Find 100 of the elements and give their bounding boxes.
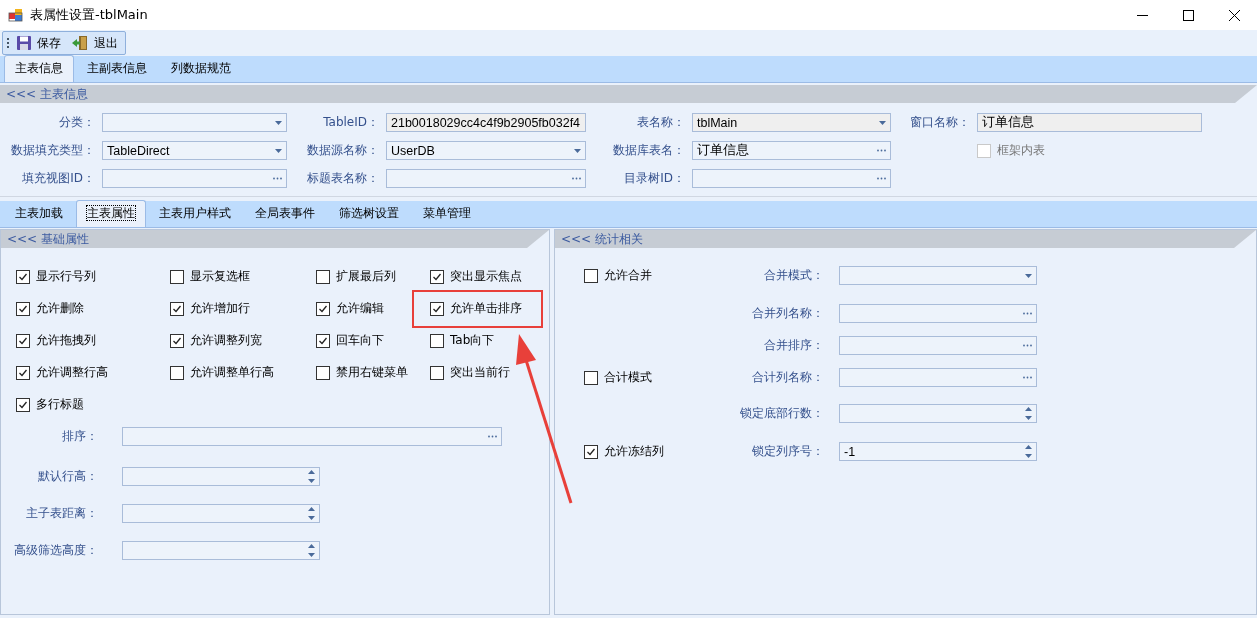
ellipsis-icon	[273, 177, 282, 180]
tab[interactable]: 主表加载	[4, 200, 74, 227]
checkbox-label: Tab向下	[450, 332, 495, 349]
checkbox-label: 允许冻结列	[604, 443, 664, 460]
check-icon	[18, 271, 28, 282]
text-field[interactable]	[386, 169, 586, 188]
tab[interactable]: 主表属性	[76, 200, 146, 227]
spin-field[interactable]: -1	[839, 442, 1037, 461]
checkbox[interactable]	[16, 269, 30, 284]
door-exit-icon	[71, 35, 89, 51]
text-field[interactable]: 订单信息	[692, 141, 891, 160]
dropdown-field[interactable]: TableDirect	[102, 141, 287, 160]
dropdown-field[interactable]: UserDB	[386, 141, 586, 160]
tab[interactable]: 列数据规范	[160, 55, 242, 82]
checkbox-label: 显示复选框	[190, 268, 250, 285]
ellipsis-icon	[488, 435, 497, 438]
text-field[interactable]: 21b0018029cc4c4f9b2905fb032f4	[386, 113, 586, 132]
field-label: 标题表名称：	[306, 170, 379, 187]
spinner-arrows-icon	[308, 470, 315, 483]
close-icon	[1228, 9, 1240, 21]
checkbox[interactable]	[170, 301, 184, 316]
field-label: 数据库表名：	[612, 142, 685, 159]
checkbox-label: 多行标题	[36, 396, 84, 413]
field-label: 合并排序：	[763, 337, 824, 354]
tab[interactable]: 主副表信息	[76, 55, 158, 82]
spin-field[interactable]	[122, 504, 320, 523]
maximize-icon	[1182, 9, 1194, 21]
field-label: 默认行高：	[37, 468, 98, 485]
spin-field[interactable]	[839, 404, 1037, 423]
checkbox[interactable]	[16, 301, 30, 316]
dropdown-arrow-icon	[1025, 273, 1032, 278]
text-field[interactable]	[839, 304, 1037, 323]
checkbox[interactable]	[430, 301, 444, 316]
spinner-arrows-icon	[308, 507, 315, 520]
checkbox-label: 允许单击排序	[450, 300, 522, 317]
checkbox-label: 框架内表	[997, 142, 1045, 159]
check-icon	[586, 446, 596, 457]
ellipsis-icon	[572, 177, 581, 180]
checkbox[interactable]	[170, 269, 184, 284]
checkbox-label: 合计模式	[604, 369, 652, 386]
tab[interactable]: 主表信息	[4, 55, 74, 82]
field-label: 目录树ID：	[623, 170, 685, 187]
checkbox-label: 允许合并	[604, 267, 652, 284]
tab[interactable]: 全局表事件	[244, 200, 326, 227]
checkbox[interactable]	[584, 370, 598, 385]
spin-field[interactable]	[122, 467, 320, 486]
section-header: <<< 统计相关	[555, 230, 1256, 248]
section-header: <<< 基础属性	[1, 230, 549, 248]
check-icon	[318, 335, 328, 346]
tab[interactable]: 主表用户样式	[148, 200, 242, 227]
ellipsis-icon	[877, 149, 886, 152]
dropdown-field[interactable]	[839, 266, 1037, 285]
ellipsis-icon	[1023, 376, 1032, 379]
field-label: 锁定底部行数：	[739, 405, 824, 422]
checkbox[interactable]	[316, 365, 330, 380]
text-field[interactable]	[839, 368, 1037, 387]
tab[interactable]: 菜单管理	[412, 200, 482, 227]
field-label: 高级筛选高度：	[13, 542, 98, 559]
section-header: <<< 主表信息	[0, 85, 1257, 103]
tab[interactable]: 筛选树设置	[328, 200, 410, 227]
field-label: TableID：	[322, 114, 379, 131]
spinner-arrows-icon	[1025, 445, 1032, 458]
checkbox[interactable]	[430, 365, 444, 380]
checkbox[interactable]	[584, 444, 598, 459]
checkbox[interactable]	[430, 333, 444, 348]
checkbox[interactable]	[316, 269, 330, 284]
text-field[interactable]	[102, 169, 287, 188]
dropdown-field[interactable]	[102, 113, 287, 132]
spin-field[interactable]	[122, 541, 320, 560]
dropdown-field[interactable]: tblMain	[692, 113, 891, 132]
field-label: 表名称：	[636, 114, 685, 131]
text-field[interactable]	[692, 169, 891, 188]
check-icon	[18, 367, 28, 378]
checkbox[interactable]	[170, 333, 184, 348]
field-label: 填充视图ID：	[21, 170, 95, 187]
exit-button[interactable]: 退出	[68, 33, 121, 53]
field-label: 数据源名称：	[306, 142, 379, 159]
checkbox[interactable]	[16, 365, 30, 380]
text-field[interactable]	[122, 427, 502, 446]
save-button[interactable]: 保存	[13, 33, 64, 53]
text-field[interactable]	[839, 336, 1037, 355]
checkbox[interactable]	[170, 365, 184, 380]
field-label: 数据填充类型：	[10, 142, 95, 159]
text-field[interactable]: 订单信息	[977, 113, 1202, 132]
checkbox-label: 允许调整行高	[36, 364, 108, 381]
dropdown-arrow-icon	[275, 148, 282, 153]
checkbox-label: 突出当前行	[450, 364, 510, 381]
dropdown-arrow-icon	[275, 120, 282, 125]
spinner-arrows-icon	[1025, 407, 1032, 420]
check-icon	[432, 303, 442, 314]
checkbox[interactable]	[16, 333, 30, 348]
checkbox[interactable]	[16, 397, 30, 412]
field-label: 锁定列序号：	[751, 443, 824, 460]
dropdown-arrow-icon	[574, 148, 581, 153]
checkbox[interactable]	[584, 268, 598, 283]
checkbox[interactable]	[430, 269, 444, 284]
ellipsis-icon	[1023, 344, 1032, 347]
checkbox-label: 扩展最后列	[336, 268, 396, 285]
checkbox[interactable]	[316, 333, 330, 348]
checkbox[interactable]	[316, 301, 330, 316]
